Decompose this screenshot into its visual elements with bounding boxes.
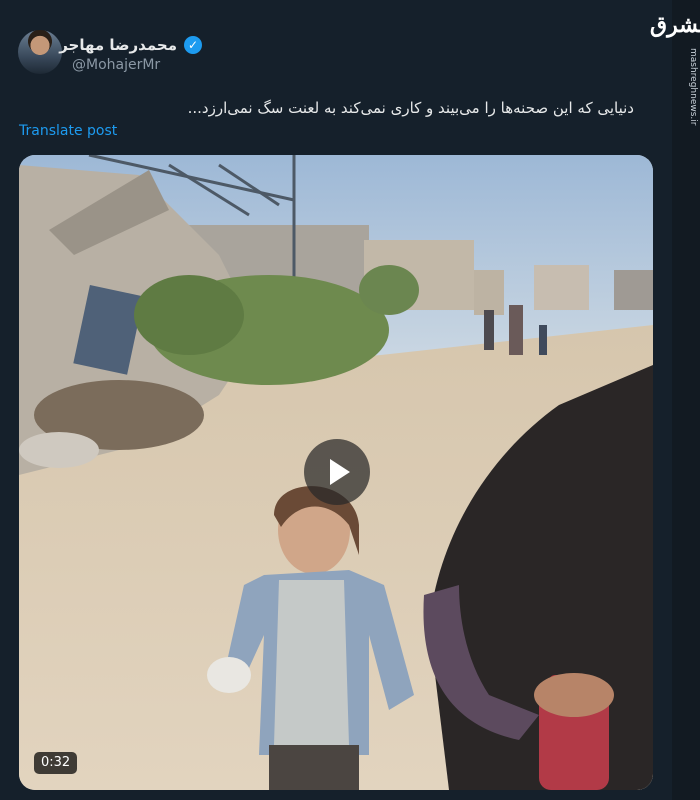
author-display-name[interactable]: محمدرضا مهاجر	[59, 36, 177, 54]
video-duration-badge: 0:32	[34, 752, 78, 774]
verified-badge-icon: ✓	[184, 36, 202, 54]
video-player[interactable]: 0:32	[19, 155, 653, 790]
author-handle[interactable]: @MohajerMr	[72, 57, 160, 73]
author-avatar[interactable]	[18, 30, 62, 74]
watermark-url: mashreghnews.ir	[688, 48, 698, 126]
play-icon	[330, 459, 350, 485]
play-button[interactable]	[304, 439, 370, 505]
mashregh-logo: مشرق	[650, 12, 700, 38]
translate-post-link[interactable]: Translate post	[19, 123, 117, 139]
tweet-card: محمدرضا مهاجر ✓ @MohajerMr دنیایی که این…	[0, 0, 672, 800]
tweet-text: دنیایی که این صحنه‌ها را می‌بیند و کاری …	[187, 99, 634, 117]
